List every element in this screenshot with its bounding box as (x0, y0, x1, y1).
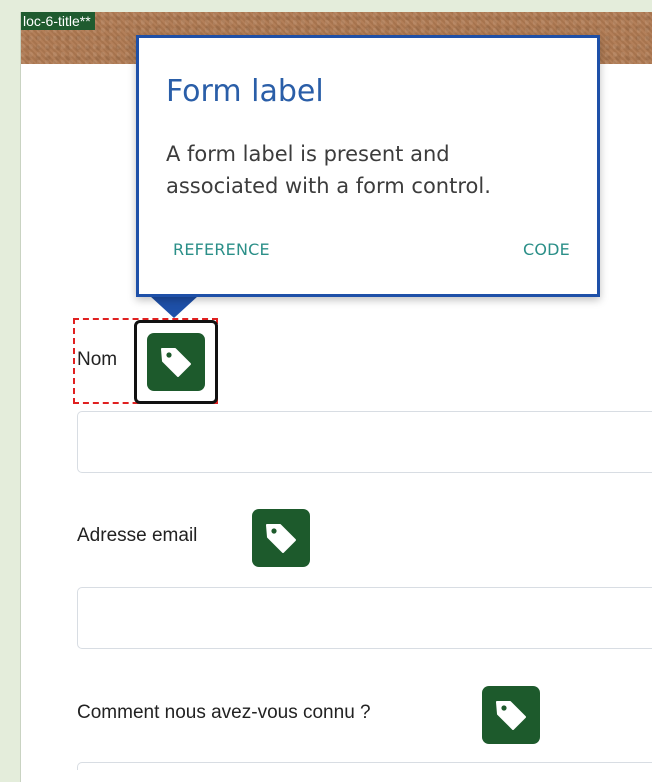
tag-button-email[interactable] (252, 509, 310, 567)
tag-icon (161, 348, 191, 377)
banner-title-tag: loc-6-title** (21, 12, 95, 30)
popover-title: Form label (166, 74, 324, 109)
tag-button-source[interactable] (482, 686, 540, 744)
popover-arrow (150, 296, 198, 318)
form-label-popover: Form label A form label is present and a… (136, 35, 600, 297)
code-link[interactable]: CODE (523, 240, 570, 259)
field-label-nom: Nom (77, 349, 118, 370)
tag-icon (496, 701, 526, 730)
reference-link[interactable]: REFERENCE (173, 240, 270, 259)
field-label-email: Adresse email (77, 525, 198, 546)
field-label-source: Comment nous avez-vous connu ? (77, 702, 371, 723)
email-input[interactable] (77, 587, 652, 649)
nom-input[interactable] (77, 411, 652, 473)
tag-icon (266, 524, 296, 553)
tag-button-nom[interactable] (147, 333, 205, 391)
popover-description: A form label is present and associated w… (166, 142, 491, 198)
